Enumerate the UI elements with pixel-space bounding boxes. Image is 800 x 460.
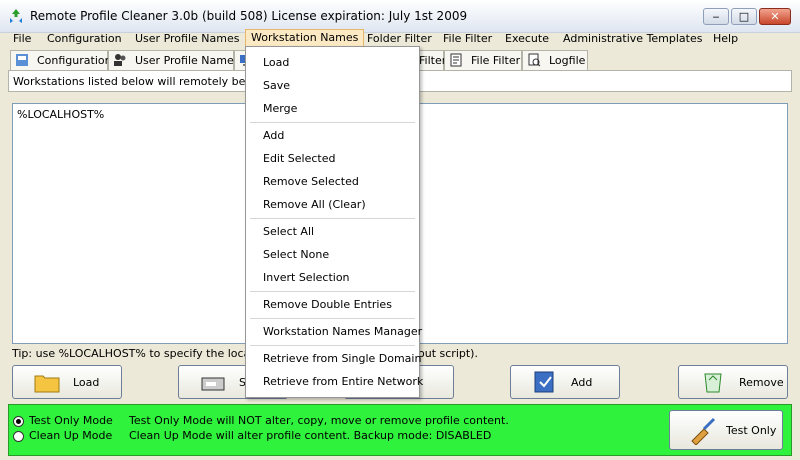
- menu-item-label: Save: [263, 79, 291, 92]
- tab-label: Logfile: [549, 54, 586, 67]
- app-window: Remote Profile Cleaner 3.0b (build 508) …: [0, 0, 800, 460]
- menu-item-select-all[interactable]: Select All: [246, 221, 419, 242]
- clean-mode-label: Clean Up Mode: [29, 429, 113, 442]
- menu-separator: [250, 122, 415, 123]
- menu-item-label: Add: [263, 129, 285, 142]
- close-icon: ✕: [770, 10, 780, 23]
- menu-item-save[interactable]: Save: [246, 75, 419, 96]
- save-icon: [201, 377, 225, 391]
- test-mode-label: Test Only Mode: [29, 414, 113, 427]
- window-title: Remote Profile Cleaner 3.0b (build 508) …: [30, 9, 468, 23]
- close-button[interactable]: ✕: [759, 8, 791, 25]
- mode-panel: Test Only Mode Test Only Mode will NOT a…: [8, 404, 792, 456]
- tab-label: Filter: [419, 54, 447, 67]
- menu-separator: [250, 318, 415, 319]
- menu-item-remove-selected[interactable]: Remove Selected: [246, 171, 419, 192]
- menu-item-retrieve-entire-network[interactable]: Retrieve from Entire Network: [246, 371, 423, 392]
- load-label: Load: [73, 376, 100, 389]
- menu-item-label: Retrieve from Single Domain: [263, 352, 422, 365]
- menu-execute[interactable]: Execute: [500, 30, 554, 48]
- test-only-button[interactable]: Test Only: [669, 410, 783, 450]
- clean-mode-desc: Clean Up Mode will alter profile content…: [129, 429, 492, 442]
- menu-file-filter[interactable]: File Filter: [438, 30, 497, 48]
- tab-label: File Filter: [471, 54, 521, 67]
- menu-item-label: Remove Selected: [263, 175, 359, 188]
- menu-item-label: Select None: [263, 248, 330, 261]
- menu-configuration[interactable]: Configuration: [42, 30, 127, 48]
- configuration-icon: [16, 54, 28, 66]
- menu-administrative-templates[interactable]: Administrative Templates: [558, 30, 708, 48]
- menu-file[interactable]: File: [8, 30, 36, 48]
- maximize-icon: □: [738, 10, 750, 23]
- maximize-button[interactable]: □: [731, 8, 757, 25]
- menu-bar: File Configuration User Profile Names Wo…: [0, 28, 800, 49]
- load-button[interactable]: Load: [12, 365, 122, 399]
- menu-item-select-none[interactable]: Select None: [246, 244, 419, 265]
- menu-item-label: Remove Double Entries: [263, 298, 392, 311]
- menu-user-profile-names[interactable]: User Profile Names: [130, 30, 244, 48]
- minimize-button[interactable]: ‒: [703, 8, 729, 25]
- tab-logfile[interactable]: Logfile: [522, 50, 588, 70]
- list-item[interactable]: %LOCALHOST%: [17, 108, 104, 121]
- folder-icon: [34, 375, 60, 393]
- menu-item-merge[interactable]: Merge: [246, 98, 419, 119]
- radio-unselected: [13, 431, 24, 442]
- menu-item-invert-selection[interactable]: Invert Selection: [246, 267, 419, 288]
- menu-item-label: Invert Selection: [263, 271, 350, 284]
- menu-item-label: Merge: [263, 102, 298, 115]
- menu-separator: [250, 291, 415, 292]
- menu-separator: [250, 218, 415, 219]
- users-icon: [114, 54, 126, 66]
- menu-item-remove-all[interactable]: Remove All (Clear): [246, 194, 419, 215]
- test-only-label: Test Only: [726, 424, 777, 437]
- tip-text-end: out script).: [418, 347, 478, 360]
- radio-selected: [13, 416, 24, 427]
- remove-button[interactable]: Remove: [678, 365, 788, 399]
- menu-item-label: Remove All (Clear): [263, 198, 366, 211]
- tab-folder-filter[interactable]: Filter: [416, 50, 447, 70]
- menu-item-label: Workstation Names Manager: [263, 325, 423, 338]
- menu-item-edit-selected[interactable]: Edit Selected: [246, 148, 419, 169]
- recycle-bin-icon: [704, 373, 722, 393]
- menu-item-add[interactable]: Add: [246, 125, 419, 146]
- menu-item-workstation-names-manager[interactable]: Workstation Names Manager: [246, 321, 423, 342]
- menu-item-label: Load: [263, 56, 290, 69]
- tab-configuration[interactable]: Configuration: [10, 50, 112, 70]
- menu-item-load[interactable]: Load: [246, 52, 419, 73]
- menu-item-label: Edit Selected: [263, 152, 336, 165]
- add-icon: [534, 371, 554, 393]
- menu-help[interactable]: Help: [708, 30, 743, 48]
- menu-item-label: Retrieve from Entire Network: [263, 375, 424, 388]
- logfile-icon: [528, 53, 541, 67]
- menu-item-retrieve-single-domain[interactable]: Retrieve from Single Domain: [246, 348, 422, 369]
- menu-item-label: Select All: [263, 225, 315, 238]
- broom-icon: [691, 417, 716, 445]
- remove-label: Remove: [739, 376, 784, 389]
- menu-separator: [250, 345, 415, 346]
- add-button[interactable]: Add: [510, 365, 620, 399]
- file-filter-icon: [450, 53, 462, 67]
- tab-label: User Profile Names: [135, 54, 240, 67]
- recycle-icon: [10, 9, 22, 23]
- tab-label: Configuration: [37, 54, 112, 67]
- clean-mode-radio[interactable]: Clean Up Mode: [13, 429, 123, 443]
- test-mode-desc: Test Only Mode will NOT alter, copy, mov…: [129, 414, 509, 427]
- menu-item-remove-double-entries[interactable]: Remove Double Entries: [246, 294, 419, 315]
- tab-file-filter[interactable]: File Filter: [444, 50, 522, 70]
- minimize-icon: ‒: [712, 10, 720, 23]
- tip-text: Tip: use %LOCALHOST% to specify the loca…: [12, 347, 281, 360]
- tab-user-profile-names[interactable]: User Profile Names: [108, 50, 239, 70]
- workstation-names-menu: Load Save Merge Add Edit Selected Remove…: [245, 46, 423, 398]
- test-mode-radio[interactable]: Test Only Mode: [13, 414, 123, 428]
- add-label: Add: [571, 376, 593, 389]
